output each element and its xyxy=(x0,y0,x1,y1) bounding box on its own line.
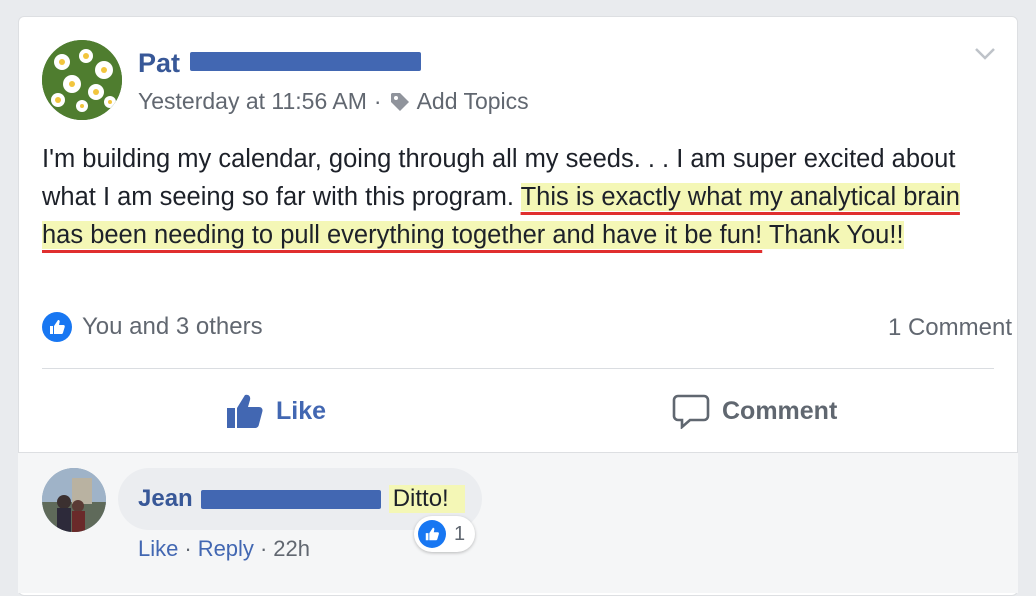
comment-reply-link[interactable]: Reply xyxy=(198,536,254,561)
post-timestamp[interactable]: Yesterday at 11:56 AM xyxy=(138,88,367,115)
redaction-bar xyxy=(190,52,422,72)
post-text-end: Thank You!! xyxy=(762,221,904,249)
post-body: I'm building my calendar, going through … xyxy=(42,140,992,254)
author-avatar[interactable] xyxy=(42,40,122,120)
commenter-avatar[interactable] xyxy=(42,468,106,532)
action-separator: · xyxy=(184,536,192,561)
like-reaction-icon xyxy=(42,312,72,342)
comment-time[interactable]: 22h xyxy=(273,536,310,561)
comment-reaction-number: 1 xyxy=(454,522,466,545)
like-button[interactable]: Like xyxy=(226,386,326,436)
comment-like-link[interactable]: Like xyxy=(138,536,178,561)
author-name[interactable]: Pat xyxy=(138,48,422,79)
reaction-summary[interactable]: You and 3 others xyxy=(42,312,263,342)
commenter-name[interactable]: Jean xyxy=(138,485,193,513)
chevron-down-icon[interactable] xyxy=(972,40,998,66)
redaction-bar xyxy=(200,489,381,509)
reaction-text: You and 3 others xyxy=(82,313,263,340)
tag-icon[interactable] xyxy=(389,91,411,113)
thumbs-up-icon xyxy=(227,394,263,428)
comment-actions: Like · Reply · 22h xyxy=(138,536,310,562)
add-topics-link[interactable]: Add Topics xyxy=(417,88,529,115)
comment-label: Comment xyxy=(722,396,838,425)
divider xyxy=(42,368,994,369)
action-separator: · xyxy=(259,536,268,561)
comment-count-link[interactable]: 1 Comment xyxy=(888,314,1012,342)
comment-text: Ditto! xyxy=(388,485,465,513)
like-label: Like xyxy=(276,396,327,425)
comment-button[interactable]: Comment xyxy=(672,386,837,436)
speech-bubble-icon xyxy=(672,394,710,429)
meta-separator: · xyxy=(373,88,382,114)
comment-reaction-count[interactable]: 1 xyxy=(414,516,476,552)
post-meta: Yesterday at 11:56 AM · Add Topics xyxy=(138,88,529,115)
like-reaction-icon xyxy=(418,520,446,548)
author-first-name[interactable]: Pat xyxy=(138,48,180,78)
